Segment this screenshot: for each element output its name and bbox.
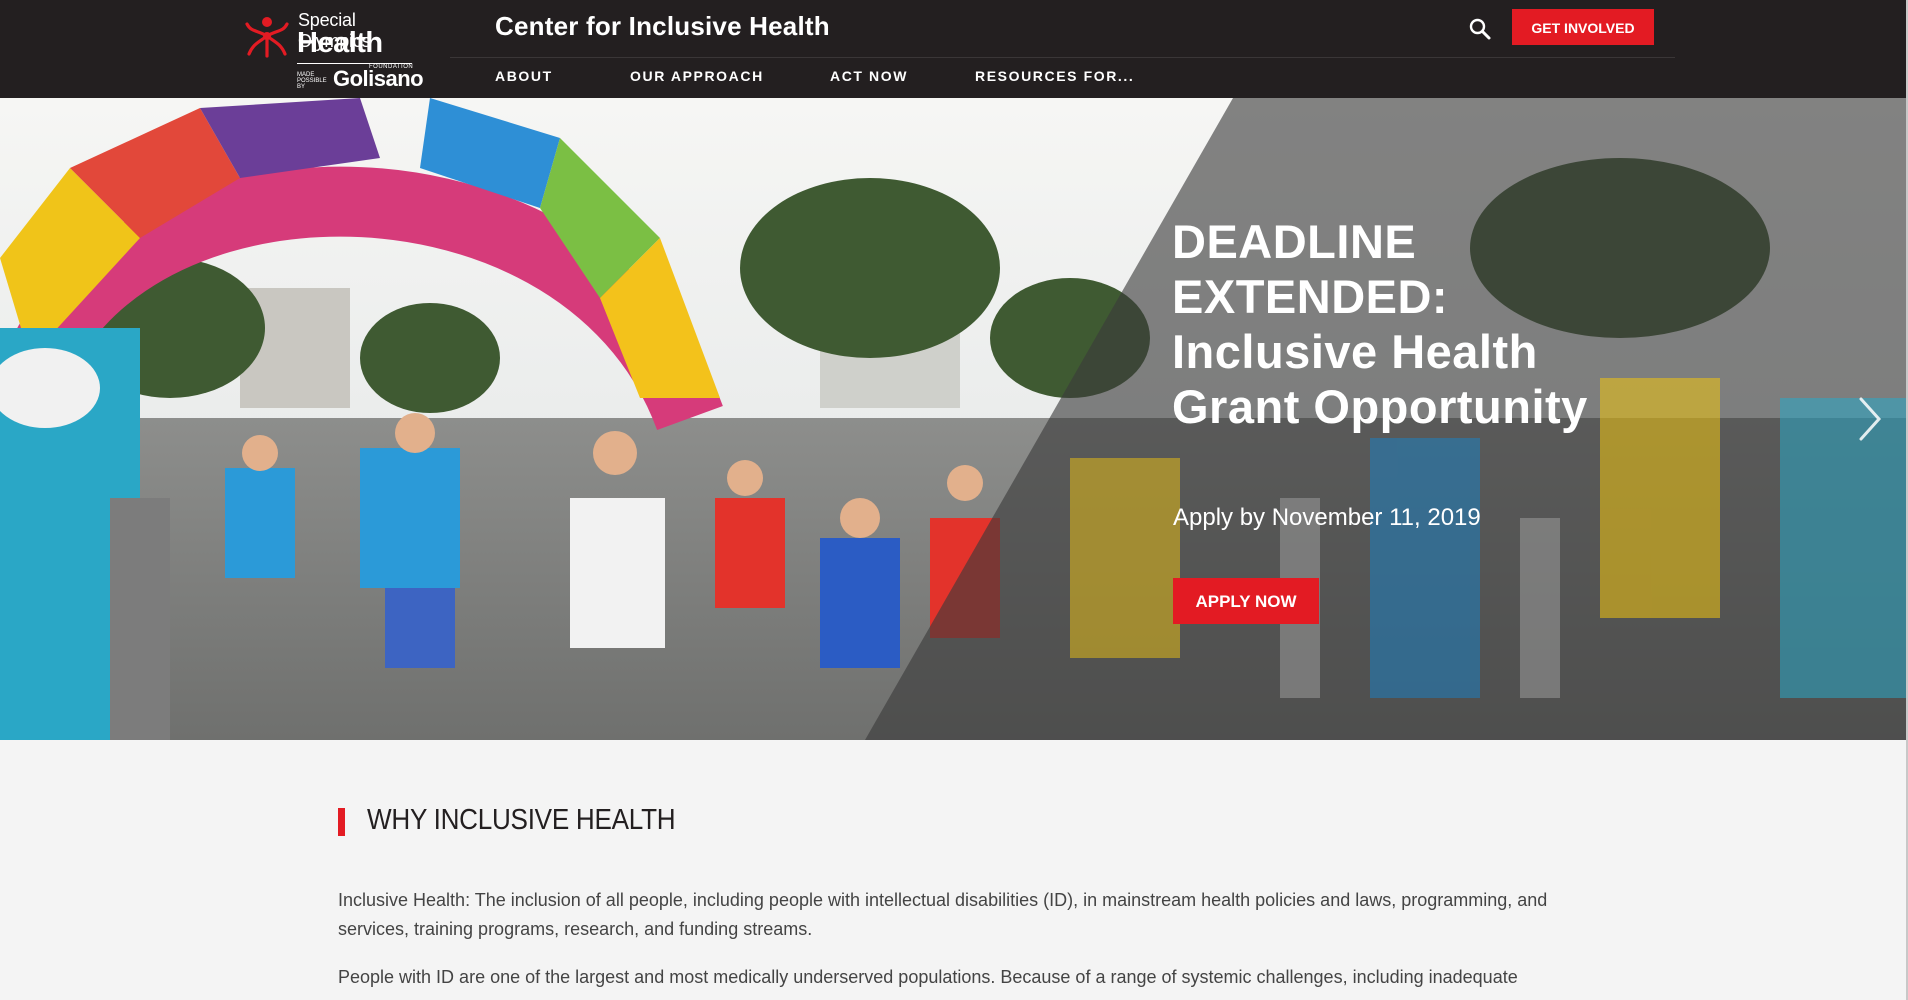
chevron-right-icon[interactable] [1855,394,1885,444]
logo-made-possible: MADE POSSIBLE BY [297,72,327,90]
nav-item-resources-for[interactable]: RESOURCES FOR... [975,68,1134,84]
intro-paragraph: Inclusive Health: The inclusion of all p… [338,890,1548,939]
hero-carousel: DEADLINE EXTENDED: Inclusive Health Gran… [0,98,1906,740]
nav-item-our-approach[interactable]: OUR APPROACH [630,68,764,84]
hero-subheading: Apply by November 11, 2019 [1173,504,1481,531]
logo-line-2: Health [297,27,383,59]
apply-now-button[interactable]: APPLY NOW [1173,578,1319,624]
site-header: Special Olympics Health MADE POSSIBLE BY… [0,0,1906,98]
hero-photo-marathon-runners [0,98,1906,740]
get-involved-button[interactable]: GET INVOLVED [1512,9,1654,45]
nav-item-act-now[interactable]: ACT NOW [830,68,908,84]
section-title: WHY INCLUSIVE HEALTH [367,804,676,836]
nav-item-about[interactable]: ABOUT [495,68,553,84]
search-icon[interactable] [1467,16,1493,42]
special-olympics-emblem-icon [245,17,289,58]
hero-heading: DEADLINE EXTENDED: Inclusive Health Gran… [1172,215,1588,433]
site-title[interactable]: Center for Inclusive Health [495,11,830,42]
section-accent-bar [338,808,345,836]
body-paragraph: People with ID are one of the largest an… [338,967,1518,987]
logo-sponsor: Golisano [333,66,424,91]
header-divider [450,57,1675,58]
special-olympics-health-logo[interactable]: Special Olympics Health MADE POSSIBLE BY… [243,8,424,91]
